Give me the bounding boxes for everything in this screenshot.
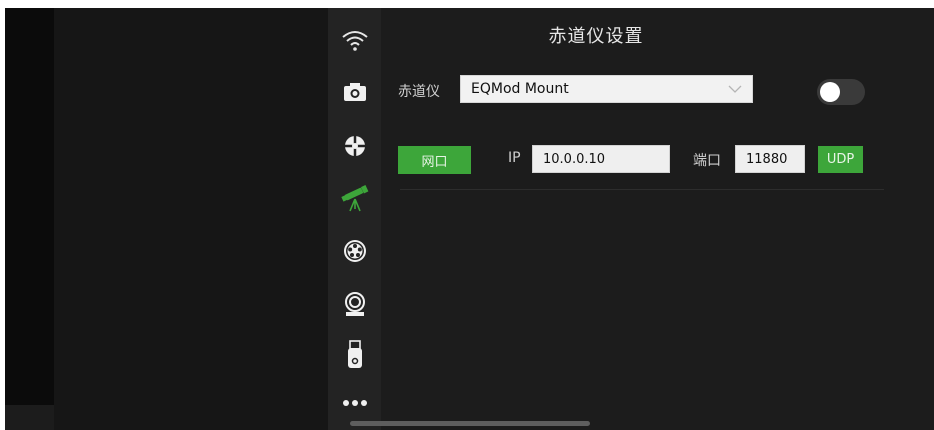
usb-drive-icon (347, 340, 362, 368)
sidebar-item-camera[interactable] (328, 75, 381, 109)
device-sidebar (328, 8, 382, 430)
target-icon (344, 136, 365, 156)
port-label: 端口 (693, 153, 721, 169)
mount-select-value: EQMod Mount (471, 81, 569, 97)
sidebar-item-more[interactable] (328, 386, 381, 420)
more-icon (342, 400, 367, 406)
section-divider (400, 189, 884, 190)
chevron-down-icon (728, 85, 742, 93)
app-screen: 赤道仪设置 赤道仪 EQMod Mount 网口 IP 10.0.0.10 端口… (5, 8, 934, 430)
mount-select[interactable]: EQMod Mount (460, 75, 753, 103)
telescope-icon (340, 185, 368, 212)
mount-enable-toggle[interactable] (817, 79, 865, 105)
network-mode-button[interactable]: 网口 (398, 146, 471, 174)
left-edge-panel (5, 8, 54, 405)
sidebar-item-storage[interactable] (328, 338, 381, 372)
page-title: 赤道仪设置 (548, 26, 644, 47)
sidebar-item-wifi[interactable] (328, 23, 381, 57)
ip-input[interactable]: 10.0.0.10 (532, 145, 670, 173)
sidebar-item-mount[interactable] (328, 182, 381, 216)
udp-protocol-button[interactable]: UDP (818, 146, 863, 173)
sidebar-item-filter-wheel[interactable] (328, 234, 381, 268)
toggle-knob (820, 82, 840, 102)
port-input[interactable]: 11880 (735, 145, 805, 173)
horizontal-scrollbar[interactable] (350, 421, 590, 426)
ip-label: IP (508, 150, 521, 166)
filter-wheel-icon (343, 240, 366, 262)
mount-settings-panel: 赤道仪设置 赤道仪 EQMod Mount 网口 IP 10.0.0.10 端口… (381, 8, 934, 430)
sidebar-item-focuser[interactable] (328, 288, 381, 322)
camera-icon (343, 83, 366, 101)
preview-area (54, 8, 328, 430)
sidebar-item-guider[interactable] (328, 129, 381, 163)
focuser-icon (344, 292, 365, 316)
mount-label: 赤道仪 (398, 84, 440, 100)
wifi-icon (341, 31, 368, 51)
